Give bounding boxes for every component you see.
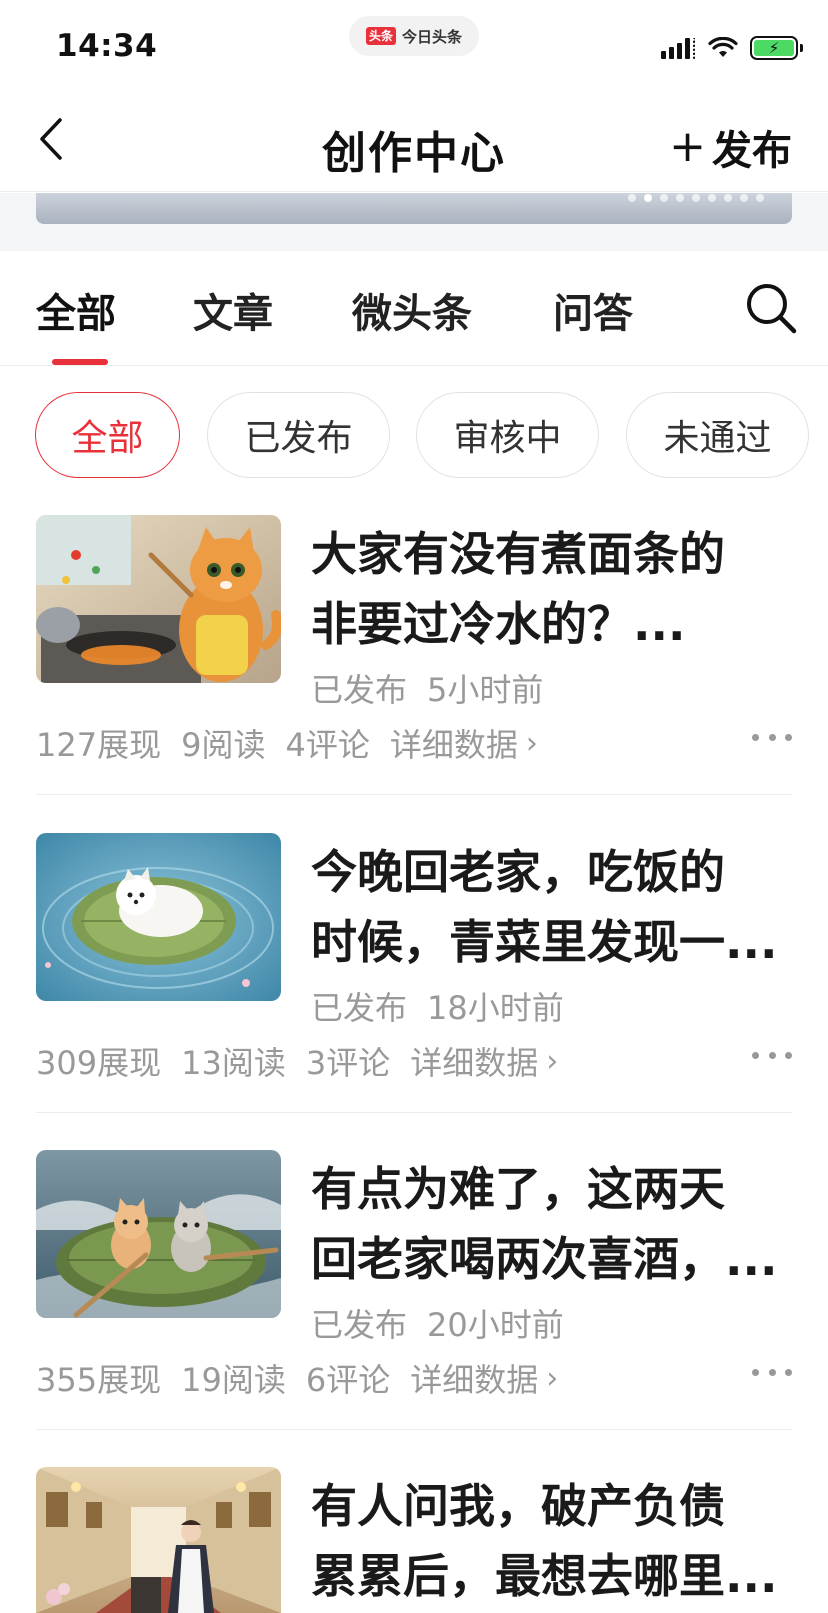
app-badge[interactable]: 头条 今日头条 [349, 16, 479, 56]
detail-data-link[interactable]: 详细数据 [390, 720, 518, 766]
tab-articles[interactable]: 文章 [193, 281, 273, 339]
reads-count: 19阅读 [181, 1361, 286, 1399]
article-thumbnail[interactable] [36, 515, 281, 683]
publish-button[interactable]: + 发布 [669, 118, 792, 176]
carousel-dot [756, 194, 764, 202]
plus-icon: + [669, 121, 706, 172]
article-title-line: 非要过冷水的？... [311, 597, 686, 651]
publish-time: 5小时前 [427, 671, 544, 709]
app-badge-name: 今日头条 [402, 27, 463, 46]
kittens-rowing-image [36, 1150, 281, 1318]
search-icon [747, 284, 797, 334]
publish-status: 已发布 [311, 1306, 408, 1344]
status-filter-chips: 全部 已发布 审核中 未通过 [0, 392, 828, 480]
impressions-count: 355展现 [36, 1361, 162, 1399]
impressions-count: 127展现 [36, 726, 162, 764]
chevron-right-icon: › [546, 1360, 559, 1396]
article-title-line: 回老家喝两次喜酒，... [311, 1232, 778, 1286]
impressions-count: 309展现 [36, 1044, 162, 1082]
publish-time: 18小时前 [427, 989, 564, 1027]
article-title-line: 有人问我，破产负债 [311, 1479, 725, 1533]
more-options-button[interactable] [752, 1362, 792, 1382]
divider [36, 1429, 792, 1430]
article-item[interactable]: 今晚回老家，吃饭的 时候，青菜里发现一... 已发布 18小时前 309展现 13… [36, 833, 792, 1113]
nav-bar: 创作中心 + 发布 [0, 92, 828, 192]
tab-qa[interactable]: 问答 [553, 281, 633, 339]
publish-time: 20小时前 [427, 1306, 564, 1344]
article-status-line: 已发布 5小时前 [311, 665, 543, 711]
tab-micro-headlines[interactable]: 微头条 [352, 281, 472, 339]
status-time: 14:34 [56, 28, 158, 64]
banner-area [0, 193, 828, 251]
reads-count: 13阅读 [181, 1044, 286, 1082]
carousel-dot [692, 194, 700, 202]
banner-carousel[interactable] [36, 193, 792, 224]
article-title[interactable]: 大家有没有煮面条的 非要过冷水的？... [311, 519, 792, 659]
carousel-dot [628, 194, 636, 202]
article-title-line: 今晚回老家，吃饭的 [311, 845, 725, 899]
article-item[interactable]: 有点为难了，这两天 回老家喝两次喜酒，... 已发布 20小时前 355展现 19… [36, 1150, 792, 1430]
more-options-button[interactable] [752, 1045, 792, 1065]
article-stats: 127展现 9阅读 4评论 详细数据 › [36, 720, 558, 766]
article-status-line: 已发布 18小时前 [311, 983, 564, 1029]
status-bar: 14:34 头条 今日头条 ⚡ [0, 0, 828, 92]
chevron-right-icon: › [546, 1043, 559, 1079]
comments-count: 4评论 [285, 726, 370, 764]
detail-data-link[interactable]: 详细数据 [410, 1038, 538, 1084]
carousel-dot-active [644, 194, 652, 202]
status-icons: ⚡ [661, 36, 803, 60]
cellular-signal-icon [661, 37, 696, 59]
maid-hallway-image [36, 1467, 281, 1613]
carousel-dot [660, 194, 668, 202]
article-thumbnail[interactable] [36, 833, 281, 1001]
app-logo-icon: 头条 [365, 27, 396, 45]
publish-status: 已发布 [311, 671, 408, 709]
battery-charging-icon: ⚡ [750, 36, 803, 60]
reads-count: 9阅读 [181, 726, 266, 764]
more-options-button[interactable] [752, 727, 792, 747]
chevron-right-icon: › [525, 725, 538, 761]
cat-cooking-image [36, 515, 281, 683]
article-thumbnail[interactable] [36, 1150, 281, 1318]
article-title-line: 累累后，最想去哪里... [311, 1549, 778, 1603]
carousel-dot [740, 194, 748, 202]
article-title[interactable]: 有人问我，破产负债 累累后，最想去哪里... [311, 1471, 792, 1611]
article-title-line: 有点为难了，这两天 [311, 1162, 725, 1216]
wifi-icon [708, 37, 738, 57]
detail-data-link[interactable]: 详细数据 [410, 1355, 538, 1401]
filter-rejected[interactable]: 未通过 [626, 392, 809, 478]
article-title[interactable]: 今晚回老家，吃饭的 时候，青菜里发现一... [311, 837, 792, 977]
divider [36, 794, 792, 795]
dog-on-leaf-image [36, 833, 281, 1001]
carousel-dot [724, 194, 732, 202]
publish-label: 发布 [712, 128, 792, 174]
article-title-line: 时候，青菜里发现一... [311, 915, 778, 969]
content-type-tabs: 全部 文章 微头条 问答 [0, 251, 828, 366]
article-thumbnail[interactable] [36, 1467, 281, 1613]
comments-count: 6评论 [305, 1361, 391, 1399]
carousel-dot [676, 194, 684, 202]
article-item[interactable]: 大家有没有煮面条的 非要过冷水的？... 已发布 5小时前 127展现 9阅读 4… [36, 515, 792, 795]
article-stats: 355展现 19阅读 6评论 详细数据 › [36, 1355, 578, 1401]
tab-all[interactable]: 全部 [36, 281, 116, 339]
article-title-line: 大家有没有煮面条的 [311, 527, 725, 581]
carousel-dots [628, 194, 764, 202]
publish-status: 已发布 [311, 989, 408, 1027]
filter-reviewing[interactable]: 审核中 [416, 392, 599, 478]
article-title[interactable]: 有点为难了，这两天 回老家喝两次喜酒，... [311, 1154, 792, 1294]
divider [36, 1112, 792, 1113]
article-status-line: 已发布 20小时前 [311, 1300, 564, 1346]
search-button[interactable] [744, 281, 798, 335]
carousel-dot [708, 194, 716, 202]
tab-active-indicator [52, 359, 108, 365]
article-stats: 309展现 13阅读 3评论 详细数据 › [36, 1038, 578, 1084]
comments-count: 3评论 [305, 1044, 391, 1082]
filter-published[interactable]: 已发布 [207, 392, 390, 478]
filter-all[interactable]: 全部 [35, 392, 180, 478]
article-item[interactable]: 有人问我，破产负债 累累后，最想去哪里... [36, 1467, 792, 1613]
